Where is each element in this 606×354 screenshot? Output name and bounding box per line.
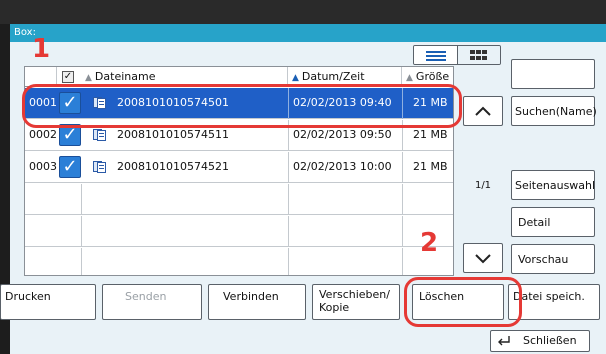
arrow-up-icon (475, 106, 491, 116)
scroll-down-button[interactable] (463, 243, 503, 273)
empty-row (25, 248, 453, 275)
page-select-button[interactable]: Seitenauswahl (511, 170, 595, 200)
search-name-button[interactable]: Suchen(Name) (511, 96, 597, 126)
sort-triangle-icon: ▲ (406, 73, 413, 83)
search-field[interactable] (511, 59, 595, 89)
step-badge-2: 2 (420, 228, 439, 258)
preview-button[interactable]: Vorschau (511, 244, 595, 274)
close-button[interactable]: Schließen (490, 330, 590, 352)
checkmark-icon: ✓ (62, 156, 78, 177)
window-title: Box: (10, 24, 606, 42)
send-button[interactable]: Senden (102, 284, 202, 320)
file-size: 21 MB (413, 160, 448, 173)
view-toggle (413, 45, 501, 65)
return-arrow-icon (498, 336, 510, 346)
scroll-up-button[interactable] (463, 96, 503, 126)
page-indicator: 1/1 (474, 180, 492, 191)
list-view-button[interactable] (414, 46, 458, 64)
move-copy-button[interactable]: Verschieben/Kopie (312, 284, 400, 320)
join-button[interactable]: Verbinden (208, 284, 306, 320)
select-all-checkbox[interactable]: ✓ (62, 71, 74, 83)
sort-triangle-icon: ▲ (292, 73, 299, 83)
arrow-down-icon (475, 254, 491, 264)
detail-button[interactable]: Detail (511, 207, 595, 237)
file-name: 2008101010574521 (117, 160, 229, 173)
sort-triangle-icon: ▲ (85, 73, 92, 83)
row-checkbox[interactable]: ✓ (59, 156, 81, 178)
highlight-delete-button (404, 277, 522, 327)
checkmark-icon: ✓ (63, 71, 73, 82)
highlight-selected-row (22, 84, 462, 128)
file-icon (93, 161, 107, 173)
table-row[interactable]: 0003 ✓ 2008101010574521 02/02/2013 10:00… (25, 152, 453, 183)
file-icon (93, 129, 107, 141)
empty-row (25, 184, 453, 215)
row-number: 0003 (29, 160, 57, 173)
file-datetime: 02/02/2013 10:00 (293, 160, 392, 173)
step-badge-1: 1 (32, 34, 51, 64)
print-button[interactable]: Drucken (0, 284, 96, 320)
empty-row (25, 216, 453, 247)
top-status-bar (0, 0, 606, 24)
thumbnail-view-button[interactable] (458, 46, 500, 64)
